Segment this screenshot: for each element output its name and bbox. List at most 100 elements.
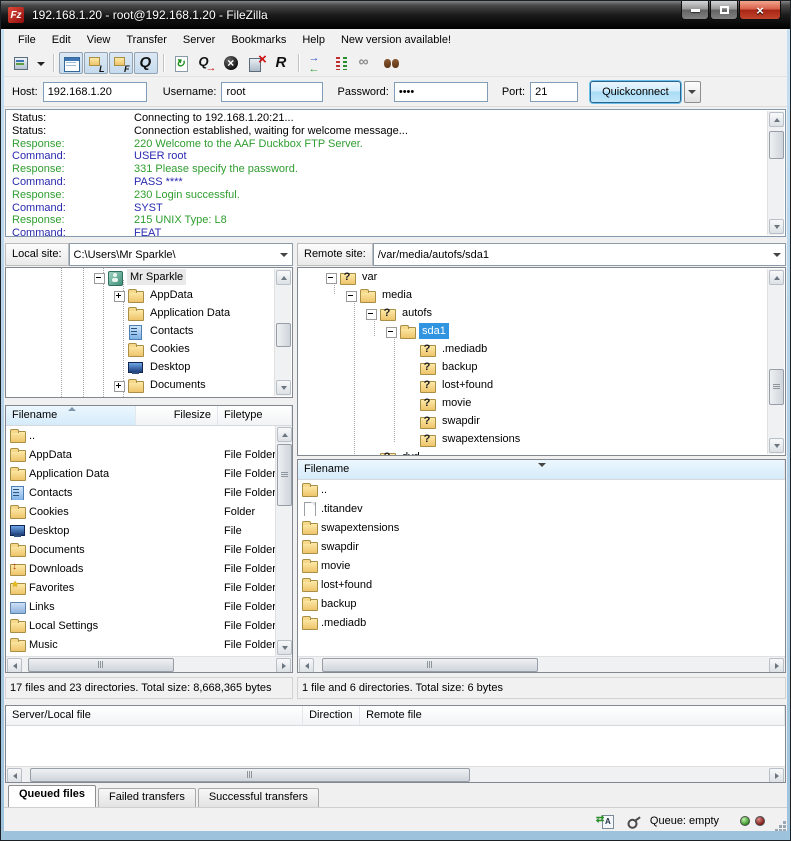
expander-icon[interactable] — [112, 345, 125, 354]
tree-row[interactable]: Desktop — [6, 358, 292, 376]
file-row[interactable]: Downloads File Folder — [6, 559, 275, 578]
username-input[interactable]: root — [221, 82, 323, 102]
file-row[interactable]: .titandev — [298, 499, 785, 518]
tree-row[interactable]: Cookies — [6, 340, 292, 358]
toolbar-button[interactable] — [219, 52, 243, 74]
direction-column-header[interactable]: Direction — [303, 706, 360, 725]
tree-row[interactable]: AppData — [6, 286, 292, 304]
file-row[interactable]: Desktop File — [6, 521, 275, 540]
menu-item[interactable]: Bookmarks — [223, 31, 294, 49]
expander-icon[interactable] — [112, 363, 125, 372]
tree-row[interactable]: dvd — [298, 448, 785, 456]
scroll-down-icon[interactable] — [277, 640, 292, 655]
tree-row[interactable]: backup — [298, 358, 785, 376]
toolbar-button[interactable] — [379, 52, 403, 74]
queue-tab[interactable]: Successful transfers — [198, 788, 319, 807]
queue-hscrollbar[interactable] — [6, 766, 785, 782]
tree-row[interactable]: .mediadb — [298, 340, 785, 358]
local-list-hscrollbar[interactable] — [6, 656, 292, 672]
toolbar-button[interactable] — [84, 52, 108, 74]
scroll-up-icon[interactable] — [769, 270, 784, 285]
menu-item[interactable]: File — [10, 31, 44, 49]
scroll-left-icon[interactable] — [7, 658, 22, 673]
scrollbar-thumb[interactable] — [322, 658, 538, 672]
file-row[interactable]: Music File Folder — [6, 635, 275, 654]
log-scrollbar[interactable] — [767, 111, 784, 235]
expander-icon[interactable] — [112, 291, 125, 300]
scrollbar-thumb[interactable] — [30, 768, 470, 782]
toolbar-button[interactable] — [194, 52, 218, 74]
expander-icon[interactable] — [404, 399, 417, 408]
file-row[interactable]: Favorites File Folder — [6, 578, 275, 597]
tree-row[interactable]: media — [298, 286, 785, 304]
menu-item[interactable]: Help — [294, 31, 333, 49]
expander-icon[interactable] — [384, 327, 397, 336]
menu-item[interactable]: Server — [175, 31, 223, 49]
queue-tab[interactable]: Failed transfers — [98, 788, 196, 807]
file-row[interactable]: .mediadb — [298, 613, 785, 632]
scroll-down-icon[interactable] — [769, 219, 784, 234]
close-button[interactable]: × — [739, 1, 781, 20]
tree-row[interactable]: Mr Sparkle — [6, 268, 292, 286]
file-row[interactable]: .. — [6, 426, 275, 445]
menu-item[interactable]: Transfer — [118, 31, 175, 49]
expander-icon[interactable] — [92, 273, 105, 282]
file-row[interactable]: Cookies Folder — [6, 502, 275, 521]
toolbar-button[interactable] — [49, 52, 58, 74]
tree-row[interactable]: swapdir — [298, 412, 785, 430]
tree-row[interactable]: Application Data — [6, 304, 292, 322]
expander-icon[interactable] — [344, 291, 357, 300]
file-row[interactable]: Local Settings File Folder — [6, 616, 275, 635]
tree-row[interactable]: Downloads — [6, 394, 292, 398]
scroll-left-icon[interactable] — [299, 658, 314, 673]
scrollbar-thumb[interactable] — [769, 369, 784, 405]
expander-icon[interactable] — [404, 345, 417, 354]
file-row[interactable]: Links File Folder — [6, 597, 275, 616]
quickconnect-button[interactable]: Quickconnect — [590, 81, 681, 103]
file-row[interactable]: backup — [298, 594, 785, 613]
server-local-file-column-header[interactable]: Server/Local file — [6, 706, 303, 725]
toolbar-button[interactable] — [9, 52, 33, 74]
remote-tree-scrollbar[interactable] — [767, 269, 784, 454]
tree-row[interactable]: autofs — [298, 304, 785, 322]
scroll-up-icon[interactable] — [769, 112, 784, 127]
tree-row[interactable]: movie — [298, 394, 785, 412]
maximize-button[interactable] — [710, 1, 738, 20]
toolbar-button[interactable] — [169, 52, 193, 74]
tree-row[interactable]: var — [298, 268, 785, 286]
scroll-down-icon[interactable] — [769, 438, 784, 453]
scroll-left-icon[interactable] — [7, 768, 22, 783]
scrollbar-thumb[interactable] — [769, 131, 784, 159]
scroll-right-icon[interactable] — [276, 658, 291, 673]
menu-item[interactable]: View — [79, 31, 119, 49]
toolbar-button[interactable] — [354, 52, 378, 74]
file-row[interactable]: lost+found — [298, 575, 785, 594]
queue-tab[interactable]: Queued files — [8, 785, 96, 807]
toolbar-button[interactable] — [159, 52, 168, 74]
filetype-column-header[interactable]: Filetype — [218, 406, 292, 425]
expander-icon[interactable] — [404, 363, 417, 372]
scroll-down-icon[interactable] — [276, 380, 291, 395]
host-input[interactable]: 192.168.1.20 — [43, 82, 147, 102]
local-list-scrollbar[interactable] — [275, 426, 292, 656]
resize-grip[interactable] — [783, 829, 786, 831]
menu-item[interactable]: New version available! — [333, 31, 459, 49]
port-input[interactable]: 21 — [530, 82, 578, 102]
expander-icon[interactable] — [404, 381, 417, 390]
scrollbar-thumb[interactable] — [277, 444, 292, 506]
scrollbar-thumb[interactable] — [28, 658, 174, 672]
scroll-up-icon[interactable] — [276, 270, 291, 285]
tree-row[interactable]: Documents — [6, 376, 292, 394]
expander-icon[interactable] — [324, 273, 337, 282]
file-row[interactable]: swapdir — [298, 537, 785, 556]
tree-row[interactable]: sda1 — [298, 322, 785, 340]
expander-icon[interactable] — [404, 435, 417, 444]
expander-icon[interactable] — [112, 309, 125, 318]
toolbar-button[interactable] — [304, 52, 328, 74]
remote-list-hscrollbar[interactable] — [298, 656, 785, 672]
toolbar-button[interactable] — [329, 52, 353, 74]
expander-icon[interactable] — [404, 417, 417, 426]
scroll-right-icon[interactable] — [769, 658, 784, 673]
expander-icon[interactable] — [112, 381, 125, 390]
tree-row[interactable]: Contacts — [6, 322, 292, 340]
